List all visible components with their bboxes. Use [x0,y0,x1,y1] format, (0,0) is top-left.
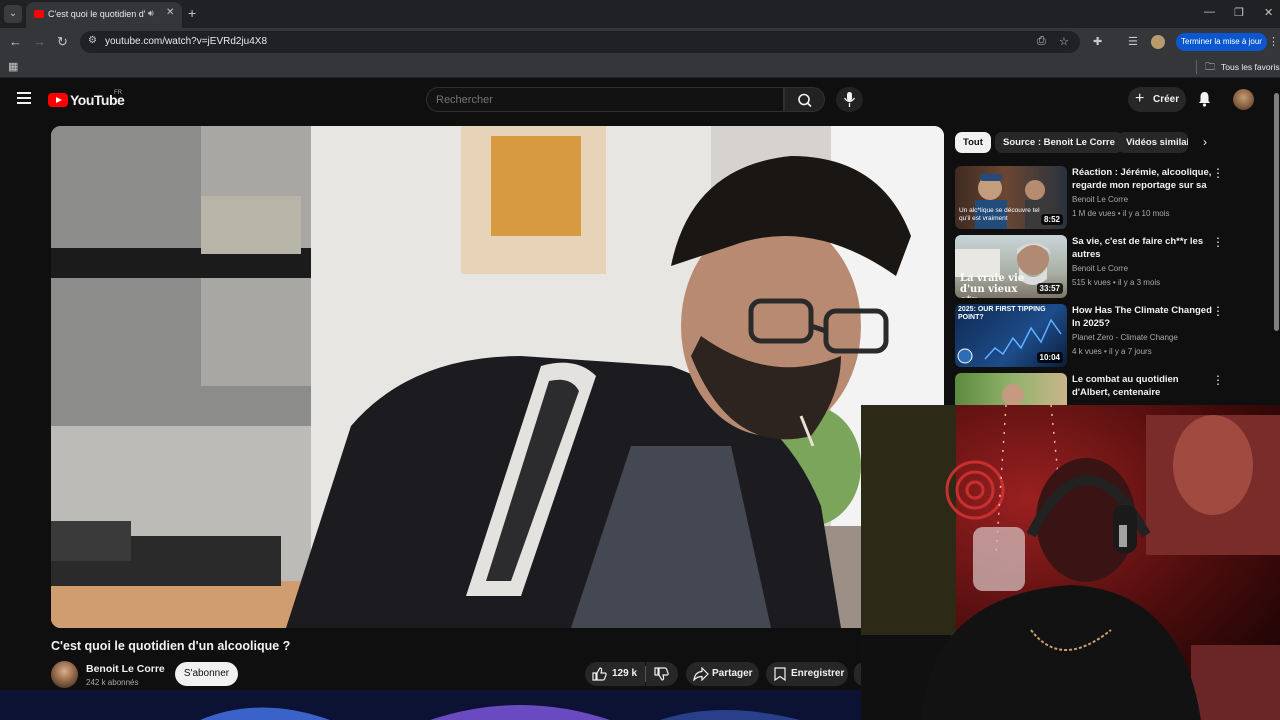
video-thumbnail[interactable]: 2025: OUR FIRST TIPPING POINT? 10:04 [955,304,1067,367]
back-icon[interactable]: ← [9,34,22,50]
recommendation-channel[interactable]: Benoit Le Corre [1072,264,1128,273]
thumbs-up-icon [592,667,607,681]
save-button[interactable]: Enregistrer [766,662,848,686]
folder-icon: 🗀 [1205,62,1215,73]
all-bookmarks-link[interactable]: Tous les favoris [1221,62,1280,72]
voice-search-button[interactable] [836,87,863,112]
apps-grid-icon[interactable]: ▦ [8,60,18,73]
reading-list-icon[interactable]: ☰ [1128,35,1138,48]
recommendation-item[interactable]: Un alc*lique se découvre tel qu'il est v… [955,166,1273,230]
share-icon [693,667,709,681]
chip-all[interactable]: Tout [955,132,991,153]
bookmark-icon [774,667,786,681]
more-options-icon[interactable]: ⋮ [1212,166,1224,180]
recommendation-meta: 1 M de vues • il y a 10 mois [1072,209,1170,218]
notifications-bell-icon[interactable] [1198,91,1211,107]
thumbnail-caption: La vraie vie d'un vieux c*n [960,273,1025,298]
share-label: Partager [712,668,753,679]
channel-avatar[interactable] [51,661,78,688]
site-info-icon[interactable]: ⚙ [88,35,97,46]
youtube-favicon [34,10,44,18]
subscribe-button[interactable]: S'abonner [175,662,238,686]
video-thumbnail[interactable]: La vraie vie d'un vieux c*n 33:57 [955,235,1067,298]
youtube-logo-icon[interactable] [48,93,68,107]
recommendation-title[interactable]: Le combat au quotidien d'Albert, centena… [1072,373,1214,399]
search-icon [798,93,812,108]
recommendation-meta: 4 k vues • il y a 7 jours [1072,347,1152,356]
search-box[interactable] [426,87,784,112]
channel-name[interactable]: Benoit Le Corre [86,663,165,675]
video-duration: 8:52 [1040,214,1063,225]
video-duration: 10:04 [1036,352,1063,363]
more-options-icon[interactable]: ⋮ [1212,235,1224,249]
bookmarks-bar: ▦ 🗀 Tous les favoris [0,56,1280,78]
more-options-icon[interactable]: ⋮ [1212,373,1224,387]
browser-tab[interactable]: C'est quoi le quotidien d'un 🔊︎ ✕ [26,2,182,28]
recommendation-channel[interactable]: Benoit Le Corre [1072,195,1128,204]
like-count: 129 k [612,668,638,679]
minimize-icon[interactable]: — [1204,6,1215,18]
address-bar[interactable]: ⚙ youtube.com/watch?v=jEVRd2ju4X8 ⎙ ☆ [80,31,1080,53]
recommendation-item[interactable]: 2025: OUR FIRST TIPPING POINT? 10:04 How… [955,304,1273,368]
recommendation-meta: 515 k vues • il y a 3 mois [1072,278,1161,287]
country-code: FR [114,90,122,96]
update-button[interactable]: Terminer la mise à jour [1176,33,1267,51]
dislike-button[interactable] [646,662,678,686]
reload-icon[interactable]: ↻ [57,34,68,50]
chip-source[interactable]: Source : Benoit Le Corre [995,132,1123,153]
recommendation-channel[interactable]: Planet Zero - Climate Change [1072,333,1178,342]
tab-title: C'est quoi le quotidien d'un [48,9,146,19]
forward-icon[interactable]: → [33,34,46,50]
create-label: Créer [1153,94,1180,105]
like-button[interactable]: 129 k [585,662,645,686]
stream-background [0,690,861,720]
create-button[interactable]: + Créer [1128,87,1186,112]
stream-bottom-strip [0,690,861,720]
profile-avatar[interactable] [1151,35,1165,49]
new-tab-button[interactable]: + [188,5,196,21]
webcam-feed [861,405,1280,720]
recommendation-title[interactable]: Réaction : Jérémie, alcoolique, regarde … [1072,166,1214,192]
recommendation-item[interactable]: La vraie vie d'un vieux c*n 33:57 Sa vie… [955,235,1273,299]
video-player[interactable] [51,126,944,628]
video-frame [51,126,944,628]
browser-toolbar: ← → ↻ ⚙ youtube.com/watch?v=jEVRd2ju4X8 … [0,28,1280,56]
webcam-overlay [861,405,1280,720]
close-window-icon[interactable]: ✕ [1264,6,1273,19]
speaker-icon[interactable]: 🔊︎ [148,8,154,19]
chip-similar[interactable]: Vidéos similai [1118,132,1188,153]
more-options-icon[interactable]: ⋮ [1212,304,1224,318]
share-button[interactable]: Partager [686,662,759,686]
video-thumbnail[interactable]: Un alc*lique se découvre tel qu'il est v… [955,166,1067,229]
bookmark-star-icon[interactable]: ☆ [1059,35,1069,48]
restore-icon[interactable]: ❐ [1234,6,1244,19]
bookmarks-divider [1196,60,1197,74]
chevron-right-icon[interactable]: › [1203,135,1207,149]
video-duration: 33:57 [1036,283,1063,294]
search-button[interactable] [784,87,825,112]
thumbnail-caption: 2025: OUR FIRST TIPPING POINT? [958,306,1046,321]
account-avatar[interactable] [1233,89,1254,110]
tab-search-button[interactable]: ⌄ [4,5,22,23]
thumbs-down-icon [654,667,669,681]
guide-menu-icon[interactable] [17,92,31,104]
install-app-icon[interactable]: ⎙ [1037,35,1046,48]
page-scrollbar[interactable] [1274,93,1279,331]
microphone-icon [843,92,856,107]
recommendation-title[interactable]: How Has The Climate Changed In 2025? [1072,304,1214,330]
search-input[interactable] [436,94,766,106]
plus-icon: + [1135,90,1145,107]
subscriber-count: 242 k abonnés [86,678,139,687]
recommendation-title[interactable]: Sa vie, c'est de faire ch**r les autres [1072,235,1214,261]
browser-menu-icon[interactable]: ⋮ [1268,35,1279,48]
browser-tab-strip: ⌄ C'est quoi le quotidien d'un 🔊︎ ✕ + — … [0,0,1280,28]
close-tab-icon[interactable]: ✕ [166,7,174,18]
extensions-icon[interactable]: ✚ [1093,35,1102,48]
url-text[interactable]: youtube.com/watch?v=jEVRd2ju4X8 [105,36,267,47]
thumbnail-caption: Un alc*lique se découvre tel qu'il est v… [959,207,1040,222]
save-label: Enregistrer [791,668,845,679]
video-title: C'est quoi le quotidien d'un alcoolique … [51,639,291,653]
